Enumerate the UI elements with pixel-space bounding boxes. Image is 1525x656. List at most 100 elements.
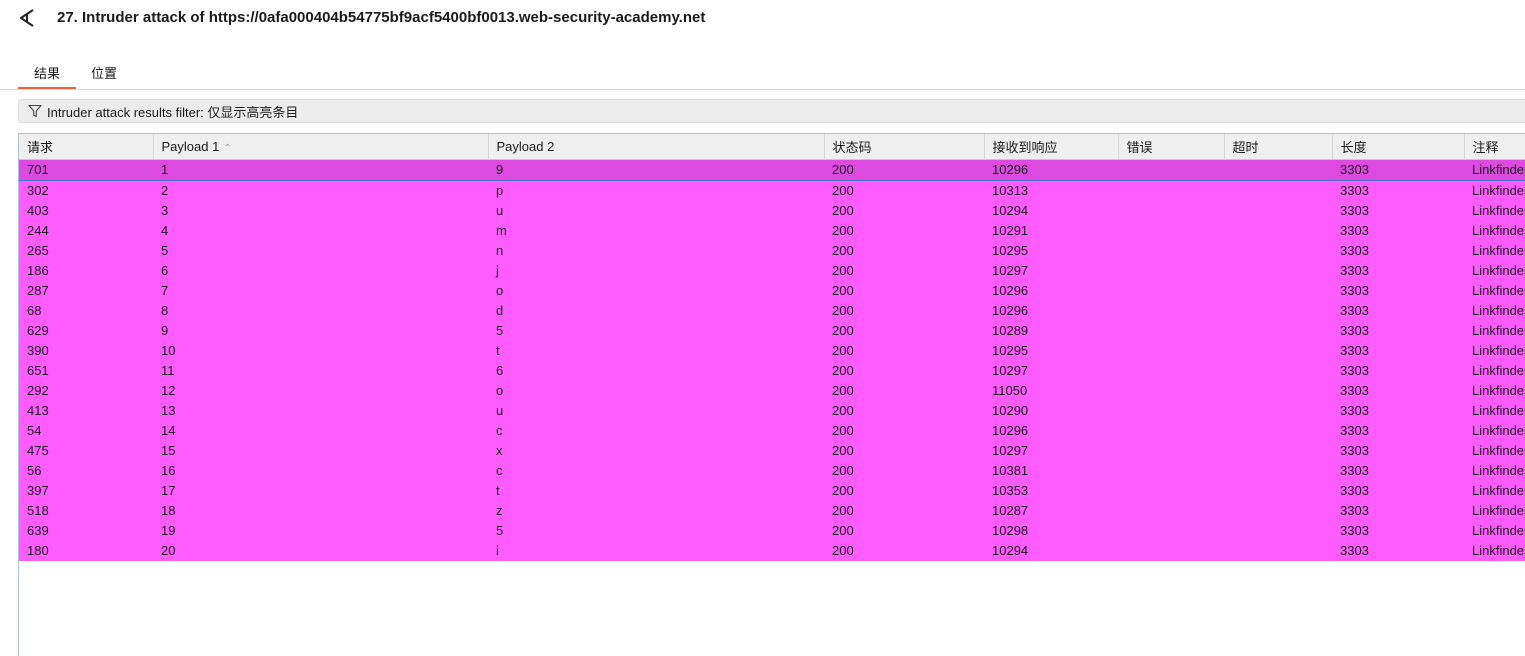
column-header-timeout[interactable]: 超时: [1224, 134, 1333, 160]
cell-length: 3303: [1332, 180, 1464, 201]
cell-length: 3303: [1332, 440, 1464, 461]
cell-error: [1118, 500, 1224, 521]
cell-timeout: [1224, 460, 1332, 481]
cell-status-code: 200: [824, 380, 984, 401]
cell-timeout: [1224, 300, 1332, 321]
cell-payload-1: 9: [153, 320, 488, 341]
table-row[interactable]: 403 3 u 200 10294 3303 Linkfinder: [19, 200, 1525, 221]
cell-error: [1118, 360, 1224, 381]
table-row[interactable]: 287 7 o 200 10296 3303 Linkfinder: [19, 280, 1525, 301]
cell-status-code: 200: [824, 540, 984, 561]
cell-payload-1: 3: [153, 200, 488, 221]
cell-request: 292: [19, 380, 153, 401]
cell-request: 475: [19, 440, 153, 461]
results-filter-bar[interactable]: Intruder attack results filter: 仅显示高亮条目: [18, 99, 1525, 123]
window-titlebar: 27. Intruder attack of https://0afa00040…: [0, 0, 1525, 38]
cell-payload-2: u: [488, 400, 824, 421]
cell-comment: Linkfinder: [1464, 320, 1525, 341]
cell-length: 3303: [1332, 520, 1464, 541]
tab-results[interactable]: 结果: [18, 62, 76, 89]
cell-error: [1118, 340, 1224, 361]
cell-status-code: 200: [824, 200, 984, 221]
cell-error: [1118, 540, 1224, 561]
cell-comment: Linkfinder: [1464, 300, 1525, 321]
table-row[interactable]: 56 16 c 200 10381 3303 Linkfinder: [19, 460, 1525, 481]
cell-request: 244: [19, 220, 153, 241]
table-row[interactable]: 292 12 o 200 11050 3303 Linkfinder: [19, 380, 1525, 401]
table-row[interactable]: 701 1 9 200 10296 3303 Linkfinder: [19, 158, 1525, 181]
cell-payload-2: o: [488, 380, 824, 401]
cell-payload-2: 5: [488, 520, 824, 541]
cell-payload-1: 7: [153, 280, 488, 301]
cell-response-received: 10297: [984, 440, 1118, 461]
cell-timeout: [1224, 200, 1332, 221]
cell-timeout: [1224, 260, 1332, 281]
table-row[interactable]: 651 11 6 200 10297 3303 Linkfinder: [19, 360, 1525, 381]
table-row[interactable]: 186 6 j 200 10297 3303 Linkfinder: [19, 260, 1525, 281]
cell-payload-1: 10: [153, 340, 488, 361]
burp-back-icon[interactable]: [16, 8, 38, 28]
cell-timeout: [1224, 380, 1332, 401]
column-header-response-received[interactable]: 接收到响应: [984, 134, 1119, 160]
cell-payload-2: o: [488, 280, 824, 301]
cell-response-received: 10298: [984, 520, 1118, 541]
cell-payload-1: 12: [153, 380, 488, 401]
cell-length: 3303: [1332, 220, 1464, 241]
cell-length: 3303: [1332, 280, 1464, 301]
cell-response-received: 10353: [984, 480, 1118, 501]
cell-payload-2: c: [488, 460, 824, 481]
cell-request: 68: [19, 300, 153, 321]
cell-length: 3303: [1332, 360, 1464, 381]
cell-payload-1: 14: [153, 420, 488, 441]
cell-payload-2: 9: [488, 158, 824, 181]
cell-status-code: 200: [824, 220, 984, 241]
cell-payload-2: j: [488, 260, 824, 281]
cell-request: 302: [19, 180, 153, 201]
table-row[interactable]: 68 8 d 200 10296 3303 Linkfinder: [19, 300, 1525, 321]
window-title: 27. Intruder attack of https://0afa00040…: [57, 9, 706, 26]
results-table-container: 请求 Payload 1 ⌃ Payload 2 状态码 接收到响应 错误 超时 …: [18, 133, 1525, 656]
cell-payload-1: 13: [153, 400, 488, 421]
table-row[interactable]: 475 15 x 200 10297 3303 Linkfinder: [19, 440, 1525, 461]
table-row[interactable]: 397 17 t 200 10353 3303 Linkfinder: [19, 480, 1525, 501]
cell-payload-2: p: [488, 180, 824, 201]
column-header-comment[interactable]: 注释: [1464, 134, 1525, 160]
cell-error: [1118, 240, 1224, 261]
column-header-request[interactable]: 请求: [19, 134, 154, 160]
cell-response-received: 11050: [984, 380, 1118, 401]
tab-positions[interactable]: 位置: [80, 62, 128, 87]
cell-status-code: 200: [824, 320, 984, 341]
cell-comment: Linkfinder: [1464, 180, 1525, 201]
cell-timeout: [1224, 220, 1332, 241]
table-row[interactable]: 265 5 n 200 10295 3303 Linkfinder: [19, 240, 1525, 261]
column-header-error[interactable]: 错误: [1118, 134, 1225, 160]
table-row[interactable]: 180 20 i 200 10294 3303 Linkfinder: [19, 540, 1525, 561]
cell-timeout: [1224, 440, 1332, 461]
column-header-payload-2[interactable]: Payload 2: [488, 134, 825, 160]
table-row[interactable]: 639 19 5 200 10298 3303 Linkfinder: [19, 520, 1525, 541]
table-row[interactable]: 302 2 p 200 10313 3303 Linkfinder: [19, 180, 1525, 201]
column-header-status-code[interactable]: 状态码: [824, 134, 985, 160]
table-row[interactable]: 629 9 5 200 10289 3303 Linkfinder: [19, 320, 1525, 341]
table-row[interactable]: 390 10 t 200 10295 3303 Linkfinder: [19, 340, 1525, 361]
cell-length: 3303: [1332, 420, 1464, 441]
table-row[interactable]: 413 13 u 200 10290 3303 Linkfinder: [19, 400, 1525, 421]
cell-comment: Linkfinder: [1464, 158, 1525, 181]
cell-payload-1: 2: [153, 180, 488, 201]
table-row[interactable]: 518 18 z 200 10287 3303 Linkfinder: [19, 500, 1525, 521]
cell-comment: Linkfinder: [1464, 400, 1525, 421]
column-header-payload-1[interactable]: Payload 1 ⌃: [153, 134, 489, 160]
cell-comment: Linkfinder: [1464, 520, 1525, 541]
cell-length: 3303: [1332, 300, 1464, 321]
cell-response-received: 10313: [984, 180, 1118, 201]
cell-payload-1: 18: [153, 500, 488, 521]
cell-payload-1: 4: [153, 220, 488, 241]
cell-status-code: 200: [824, 420, 984, 441]
cell-payload-2: m: [488, 220, 824, 241]
table-row[interactable]: 54 14 c 200 10296 3303 Linkfinder: [19, 420, 1525, 441]
cell-length: 3303: [1332, 320, 1464, 341]
column-header-length[interactable]: 长度: [1332, 134, 1465, 160]
table-row[interactable]: 244 4 m 200 10291 3303 Linkfinder: [19, 220, 1525, 241]
cell-length: 3303: [1332, 400, 1464, 421]
cell-status-code: 200: [824, 500, 984, 521]
